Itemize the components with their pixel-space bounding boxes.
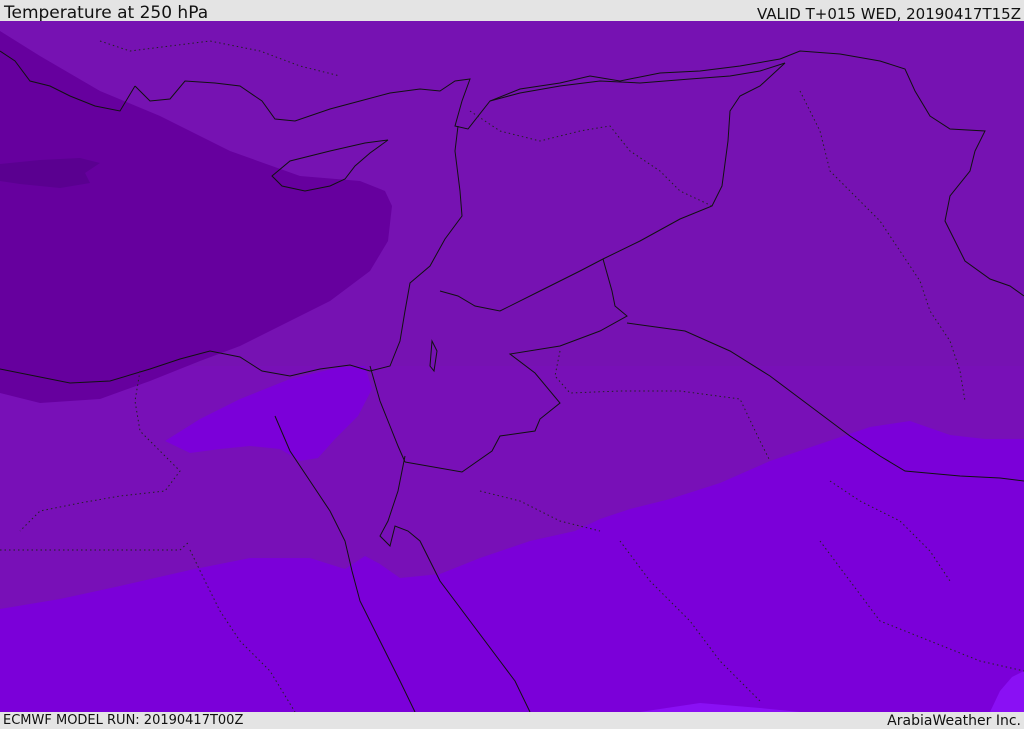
map-title: Temperature at 250 hPa [4,3,209,23]
map-panel[interactable] [0,21,1024,712]
credit-label: ArabiaWeather Inc. [887,713,1021,729]
model-run-label: ECMWF MODEL RUN: 20190417T00Z [3,713,244,728]
header-bar: Temperature at 250 hPa VALID T+015 WED, … [0,0,1024,23]
temperature-map[interactable] [0,21,1024,712]
footer-bar: ECMWF MODEL RUN: 20190417T00Z ArabiaWeat… [0,712,1024,729]
